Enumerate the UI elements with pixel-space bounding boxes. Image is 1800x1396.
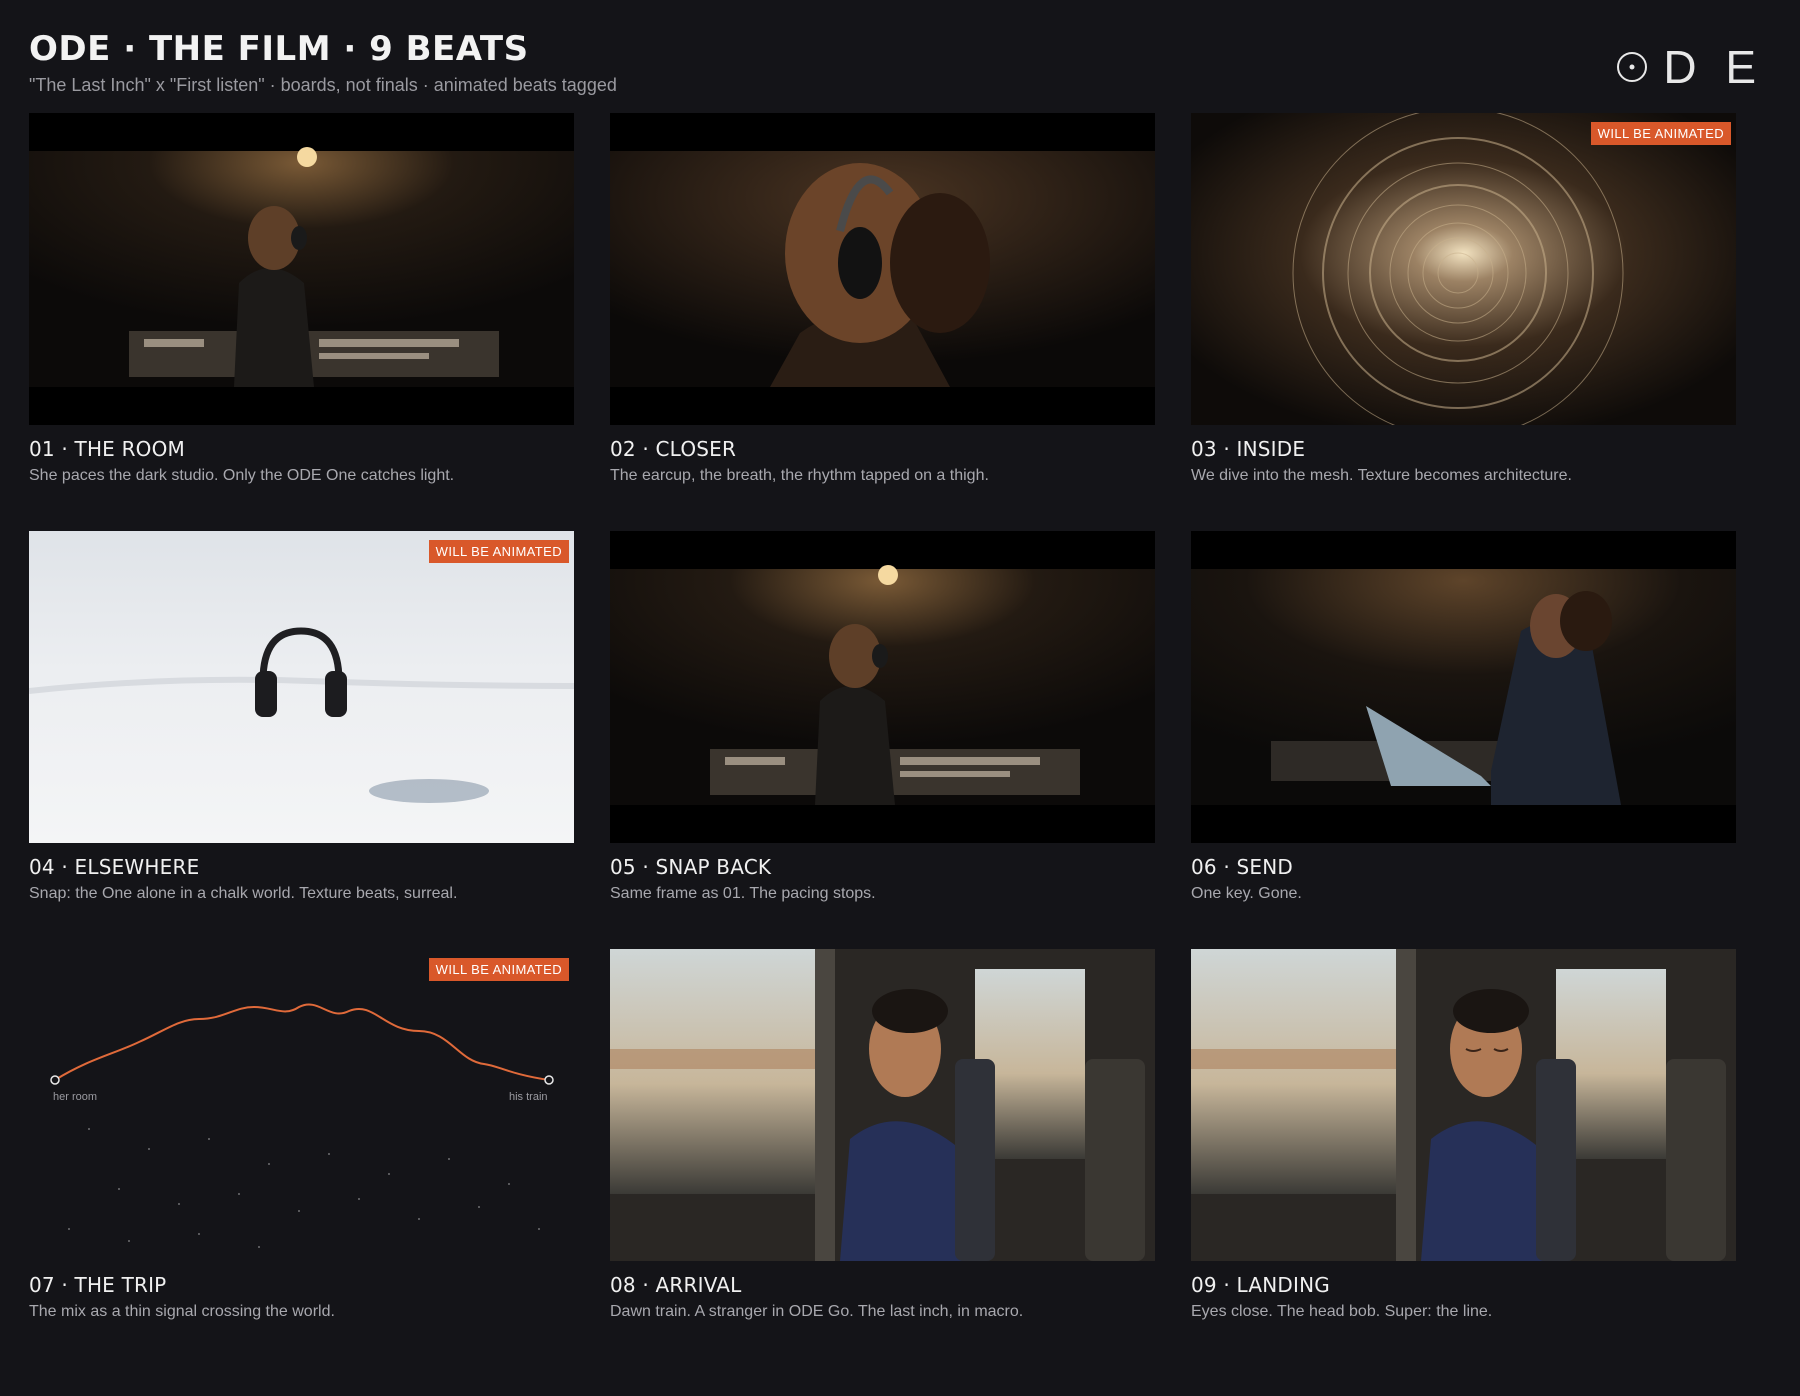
beat-description: The earcup, the breath, the rhythm tappe… bbox=[610, 467, 989, 484]
mesh-tunnel-image bbox=[1191, 113, 1736, 425]
end-label: his train bbox=[509, 1091, 548, 1103]
start-node bbox=[50, 1075, 60, 1085]
beat-card[interactable]: 06 · SEND One key. Gone. bbox=[1191, 531, 1736, 903]
beat-thumbnail[interactable] bbox=[1191, 949, 1736, 1261]
signal-line-graphic: her room his train bbox=[50, 1003, 554, 1248]
beat-description: We dive into the mesh. Texture becomes a… bbox=[1191, 467, 1572, 484]
beat-thumbnail[interactable]: her room his train WILL BE ANIMATED bbox=[29, 949, 574, 1261]
beat-card[interactable]: 09 · LANDING Eyes close. The head bob. S… bbox=[1191, 949, 1736, 1321]
beat-description: Dawn train. A stranger in ODE Go. The la… bbox=[610, 1303, 1024, 1320]
page-title: ODE · THE FILM · 9 BEATS bbox=[29, 29, 529, 69]
beat-description: One key. Gone. bbox=[1191, 885, 1302, 902]
start-label: her room bbox=[53, 1091, 97, 1103]
studio-scene-image bbox=[29, 113, 574, 425]
beat-card[interactable]: 08 · ARRIVAL Dawn train. A stranger in O… bbox=[610, 949, 1155, 1321]
beat-title: 06 · SEND bbox=[1191, 855, 1294, 879]
beat-description: She paces the dark studio. Only the ODE … bbox=[29, 467, 455, 484]
end-node bbox=[544, 1075, 554, 1085]
white-desert-image bbox=[29, 531, 574, 843]
beat-card[interactable]: WILL BE ANIMATED 04 · ELSEWHERE Snap: th… bbox=[29, 531, 574, 903]
beat-description: Same frame as 01. The pacing stops. bbox=[610, 885, 876, 902]
beat-thumbnail[interactable] bbox=[610, 949, 1155, 1261]
animated-badge: WILL BE ANIMATED bbox=[428, 540, 569, 563]
laptop-scene-image bbox=[1191, 531, 1736, 843]
closeup-scene-image bbox=[610, 113, 1155, 425]
beat-thumbnail[interactable]: WILL BE ANIMATED bbox=[1191, 113, 1736, 425]
page-subtitle: "The Last Inch" x "First listen" · board… bbox=[29, 75, 617, 95]
ode-o-dot-icon bbox=[1617, 52, 1648, 82]
beat-title: 05 · SNAP BACK bbox=[610, 855, 772, 879]
logo-letters: D E bbox=[1663, 41, 1764, 93]
beat-title: 04 · ELSEWHERE bbox=[29, 855, 200, 879]
beat-description: Eyes close. The head bob. Super: the lin… bbox=[1191, 1303, 1493, 1320]
beat-card[interactable]: WILL BE ANIMATED 03 · INSIDE We dive int… bbox=[1191, 113, 1736, 485]
beat-thumbnail[interactable] bbox=[1191, 531, 1736, 843]
beat-description: Snap: the One alone in a chalk world. Te… bbox=[29, 885, 458, 902]
beat-title: 09 · LANDING bbox=[1191, 1273, 1330, 1297]
beat-title: 07 · THE TRIP bbox=[29, 1273, 167, 1297]
beat-title: 02 · CLOSER bbox=[610, 437, 737, 461]
animated-badge: WILL BE ANIMATED bbox=[428, 958, 569, 981]
page-header: ODE · THE FILM · 9 BEATS "The Last Inch"… bbox=[29, 26, 617, 96]
beat-thumbnail[interactable] bbox=[29, 113, 574, 425]
beat-description: The mix as a thin signal crossing the wo… bbox=[29, 1303, 335, 1320]
signal-path bbox=[54, 1003, 550, 1081]
animated-badge: WILL BE ANIMATED bbox=[1590, 122, 1731, 145]
beat-card[interactable]: 01 · THE ROOM She paces the dark studio.… bbox=[29, 113, 574, 485]
beat-thumbnail[interactable] bbox=[610, 531, 1155, 843]
beat-card[interactable]: her room his train WILL BE ANIMATED 07 ·… bbox=[29, 949, 574, 1321]
beat-title: 03 · INSIDE bbox=[1191, 437, 1306, 461]
ode-logo: D E bbox=[1617, 40, 1764, 94]
beat-title: 08 · ARRIVAL bbox=[610, 1273, 742, 1297]
beat-thumbnail[interactable]: WILL BE ANIMATED bbox=[29, 531, 574, 843]
beat-title: 01 · THE ROOM bbox=[29, 437, 186, 461]
train-scene-image bbox=[610, 949, 1155, 1261]
beat-card[interactable]: 02 · CLOSER The earcup, the breath, the … bbox=[610, 113, 1155, 485]
studio-scene-image bbox=[610, 531, 1155, 843]
beat-card[interactable]: 05 · SNAP BACK Same frame as 01. The pac… bbox=[610, 531, 1155, 903]
train-scene-image bbox=[1191, 949, 1736, 1261]
beat-thumbnail[interactable] bbox=[610, 113, 1155, 425]
